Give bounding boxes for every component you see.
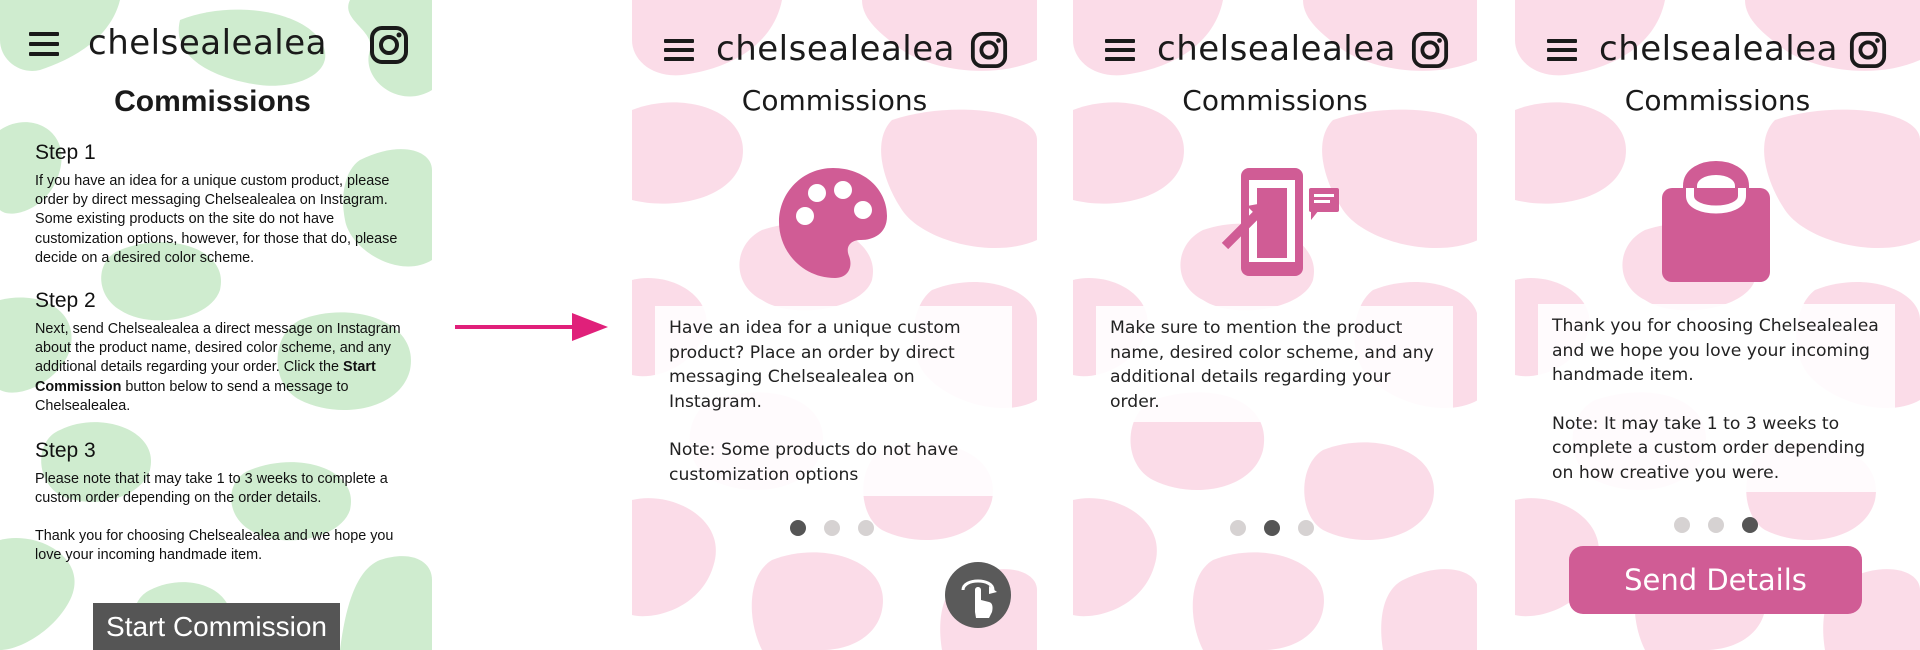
- page-title: Commissions: [114, 85, 311, 118]
- after-screen-2: chelsealealea Commissions Make sure to m…: [1073, 0, 1477, 650]
- carousel-dot-3[interactable]: [858, 520, 874, 536]
- carousel-dot-2[interactable]: [1264, 520, 1280, 536]
- info-card: Make sure to mention the product name, d…: [1096, 306, 1453, 422]
- menu-icon[interactable]: [1105, 39, 1135, 63]
- palette-icon: [779, 168, 887, 278]
- page-title: Commissions: [741, 84, 928, 117]
- instagram-icon[interactable]: [369, 25, 409, 65]
- carousel-dot-3[interactable]: [1742, 517, 1758, 533]
- menu-icon[interactable]: [29, 32, 59, 56]
- after-screen-1: chelsealealea Commissions Have an idea f…: [632, 0, 1037, 650]
- info-card: Thank you for choosing Chelsealealea and…: [1538, 304, 1895, 492]
- info-card: Have an idea for a unique custom product…: [655, 306, 1012, 496]
- brand-name[interactable]: chelsealealea: [88, 23, 327, 63]
- brand-name[interactable]: chelsealealea: [1599, 29, 1838, 69]
- phone-message-icon: [1221, 168, 1339, 276]
- step-3-heading: Step 3: [35, 439, 96, 462]
- carousel-dot-1[interactable]: [1230, 520, 1246, 536]
- brand-name[interactable]: chelsealealea: [1157, 29, 1396, 69]
- step-3-text: Please note that it may take 1 to 3 week…: [35, 471, 388, 507]
- carousel-dot-2[interactable]: [824, 520, 840, 536]
- menu-icon[interactable]: [664, 39, 694, 63]
- step-1-heading: Step 1: [35, 141, 96, 164]
- start-commission-button[interactable]: Start Commission: [93, 603, 340, 650]
- menu-icon[interactable]: [1547, 39, 1577, 63]
- before-screen: chelsealealea Commissions Step 1 If you …: [0, 0, 432, 650]
- instagram-icon[interactable]: [970, 31, 1008, 69]
- page-title: Commissions: [1182, 84, 1368, 117]
- thank-you-text: Thank you for choosing Chelsealealea and…: [35, 528, 394, 564]
- instagram-icon[interactable]: [1849, 31, 1887, 69]
- page-title: Commissions: [1624, 84, 1811, 117]
- step-2-text: Next, send Chelsealealea a direct messag…: [35, 321, 401, 414]
- carousel-dot-3[interactable]: [1298, 520, 1314, 536]
- carousel-dot-1[interactable]: [1674, 517, 1690, 533]
- shopping-bag-icon: [1662, 161, 1770, 282]
- instagram-icon[interactable]: [1411, 31, 1449, 69]
- carousel-dot-1[interactable]: [790, 520, 806, 536]
- step-1-text: If you have an idea for a unique custom …: [35, 173, 398, 266]
- brand-name[interactable]: chelsealealea: [716, 29, 955, 69]
- send-details-button[interactable]: Send Details: [1569, 546, 1862, 614]
- carousel-dot-2[interactable]: [1708, 517, 1724, 533]
- right-arrow-icon: [455, 313, 608, 341]
- swipe-gesture-icon: [945, 562, 1011, 628]
- step-2-heading: Step 2: [35, 289, 96, 312]
